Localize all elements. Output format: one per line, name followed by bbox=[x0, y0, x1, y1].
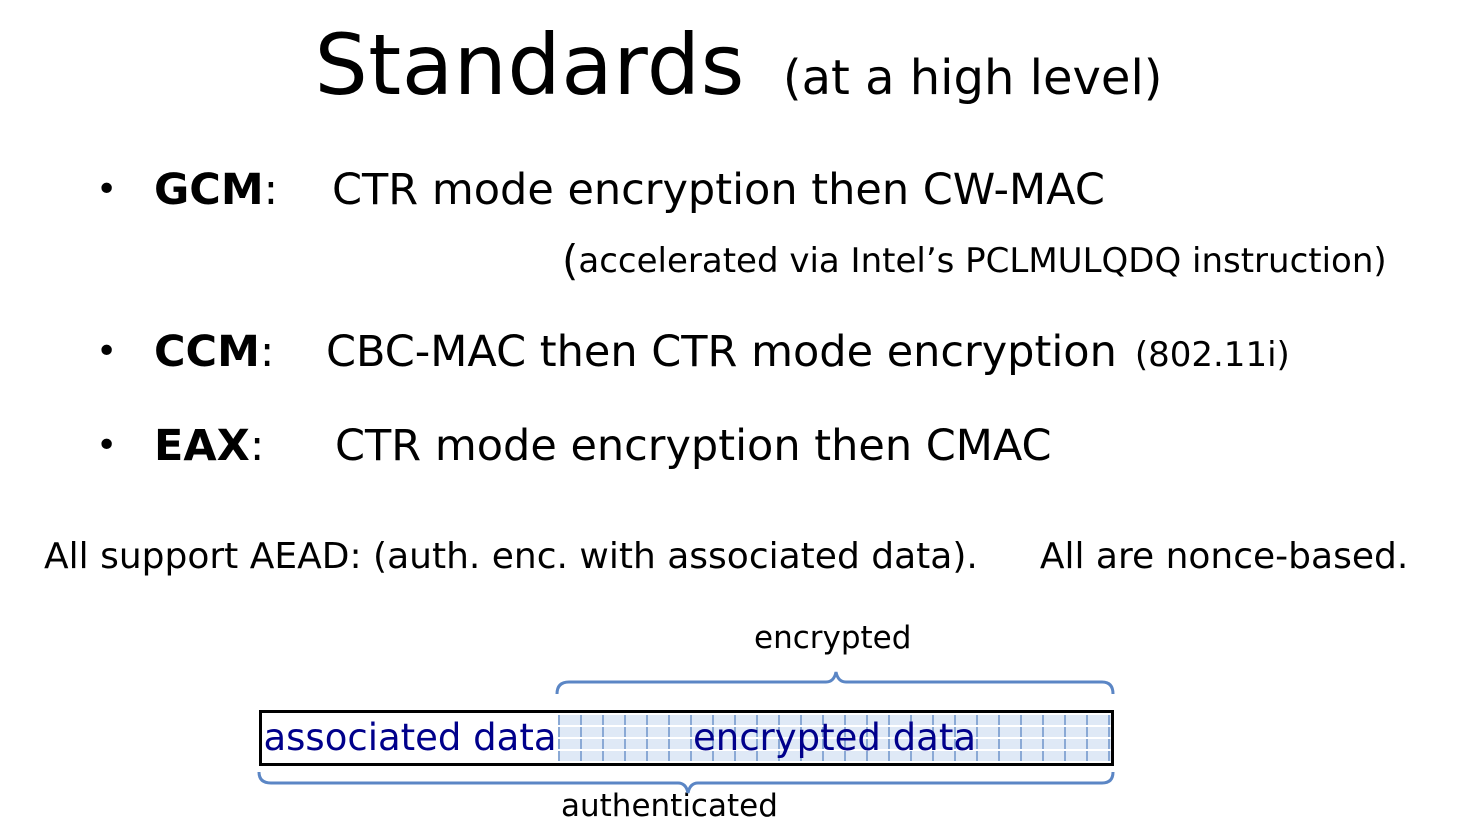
bullet-dot-icon: • bbox=[96, 169, 118, 210]
bullet-colon: : bbox=[249, 421, 265, 471]
associated-data-box: associated data bbox=[259, 710, 561, 766]
bullet-label-text: EAX bbox=[154, 421, 250, 471]
title-main: Standards bbox=[314, 16, 745, 114]
bullet-colon: : bbox=[263, 165, 279, 215]
title-subtitle: (at a high level) bbox=[782, 50, 1163, 106]
bullet-note: (802.11i) bbox=[1134, 335, 1290, 375]
encrypted-bracket bbox=[555, 671, 1115, 695]
gcm-note-paren: ( bbox=[562, 236, 579, 285]
bullet-ccm: • CCM: CBC-MAC then CTR mode encryption (… bbox=[0, 322, 1477, 392]
slide-title: Standards (at a high level) bbox=[0, 16, 1477, 114]
bullet-dot-icon: • bbox=[96, 425, 118, 466]
bullet-label: EAX: bbox=[154, 416, 264, 476]
encrypted-label: encrypted bbox=[754, 620, 912, 656]
bullet-label: GCM: bbox=[154, 160, 278, 220]
bullet-text: CBC-MAC then CTR mode encryption (802.11i… bbox=[326, 322, 1290, 385]
aead-right-text: All are nonce-based. bbox=[1039, 536, 1409, 577]
gcm-note-text: accelerated via Intel’s PCLMULQDQ instru… bbox=[578, 241, 1387, 281]
bullet-gcm: • GCM: CTR mode encryption then CW-MAC bbox=[0, 160, 1477, 230]
bullet-text: CTR mode encryption then CMAC bbox=[335, 421, 1052, 471]
aead-line: All support AEAD: (auth. enc. with assoc… bbox=[44, 536, 1408, 577]
bullet-dot-icon: • bbox=[96, 331, 118, 372]
slide: Standards (at a high level) • GCM: CTR mo… bbox=[0, 0, 1477, 840]
bullet-label-text: CCM bbox=[154, 327, 260, 377]
bullet-text: CTR mode encryption then CW-MAC bbox=[332, 165, 1105, 215]
bullet-text-main: CBC-MAC then CTR mode encryption bbox=[326, 327, 1117, 377]
bullet-eax: • EAX: CTR mode encryption then CMAC bbox=[0, 416, 1477, 486]
aead-left-text: All support AEAD: (auth. enc. with assoc… bbox=[44, 536, 978, 577]
authenticated-label: authenticated bbox=[561, 788, 778, 824]
bullet-label-text: GCM bbox=[154, 165, 264, 215]
bullet-colon: : bbox=[259, 327, 275, 377]
bullet-label: CCM: bbox=[154, 322, 274, 382]
gcm-note: (accelerated via Intel’s PCLMULQDQ instr… bbox=[562, 236, 1387, 285]
encrypted-data-box: encrypted data bbox=[558, 710, 1114, 766]
